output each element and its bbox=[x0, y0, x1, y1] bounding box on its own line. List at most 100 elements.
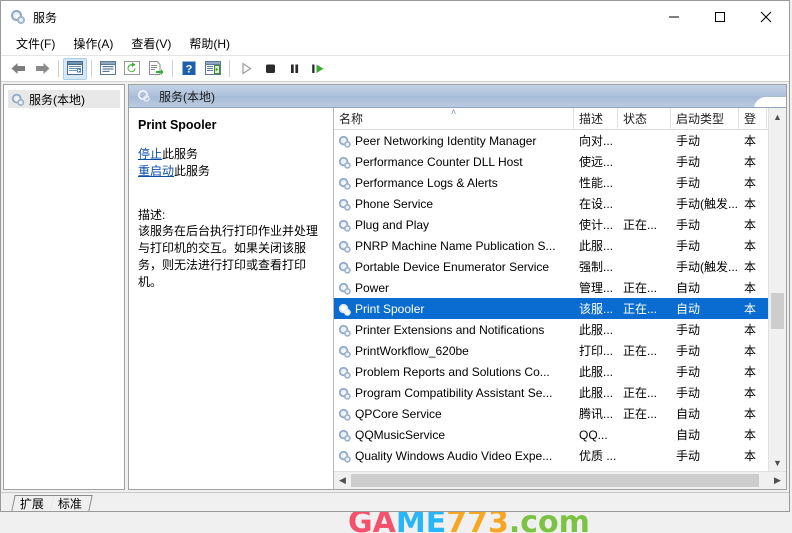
table-row[interactable]: Phone Service 在设... 手动(触发... 本 bbox=[334, 193, 768, 214]
cell-text: 优质 ... bbox=[579, 449, 617, 463]
export-list-icon[interactable] bbox=[144, 58, 168, 80]
tab-standard[interactable]: 标准 bbox=[50, 495, 93, 511]
horizontal-scrollbar[interactable]: ◀ ▶ bbox=[334, 471, 786, 489]
table-row[interactable]: Program Compatibility Assistant Se... 此服.… bbox=[334, 382, 768, 403]
cell-name: Performance Counter DLL Host bbox=[334, 155, 574, 169]
cell-text: 打印... bbox=[579, 344, 614, 358]
horizontal-scroll-track[interactable] bbox=[351, 474, 769, 487]
column-logon-as[interactable]: 登 bbox=[739, 108, 767, 129]
cell-text: 手动(触发... bbox=[676, 260, 738, 274]
cell-startup-type: 手动 bbox=[671, 321, 739, 338]
selected-service-name: Print Spooler bbox=[138, 118, 217, 132]
table-row[interactable]: Problem Reports and Solutions Co... 此服...… bbox=[334, 361, 768, 382]
cell-text: 手动 bbox=[676, 323, 701, 337]
cell-name: QQMusicService bbox=[334, 428, 574, 442]
table-row[interactable]: Peer Networking Identity Manager 向对... 手动 本 bbox=[334, 130, 768, 151]
menu-action[interactable]: 操作(A) bbox=[64, 34, 122, 54]
column-startup-type[interactable]: 启动类型 bbox=[671, 108, 739, 129]
toolbar-separator-1 bbox=[58, 60, 59, 77]
cell-text: Quality Windows Audio Video Expe... bbox=[355, 448, 553, 463]
vertical-scrollbar[interactable]: ▲ ▼ bbox=[768, 108, 786, 471]
start-service-icon[interactable] bbox=[234, 58, 258, 80]
cell-startup-type: 手动 bbox=[671, 384, 739, 401]
vertical-scroll-thumb[interactable] bbox=[771, 293, 784, 329]
table-row[interactable]: Quality Windows Audio Video Expe... 优质 ..… bbox=[334, 445, 768, 466]
column-startup-type-label: 启动类型 bbox=[676, 112, 725, 126]
properties-icon[interactable] bbox=[96, 58, 120, 80]
cell-text: 正在... bbox=[623, 281, 658, 295]
menu-file[interactable]: 文件(F) bbox=[7, 34, 64, 54]
cell-description: 强制... bbox=[574, 258, 618, 275]
scroll-left-arrow-icon[interactable]: ◀ bbox=[334, 475, 351, 486]
menu-help[interactable]: 帮助(H) bbox=[180, 34, 239, 54]
service-gear-icon bbox=[338, 303, 351, 316]
cell-name: Performance Logs & Alerts bbox=[334, 176, 574, 190]
cell-logon-as: 本 bbox=[739, 258, 767, 275]
cell-text: 本 bbox=[744, 323, 757, 337]
cell-text: 性能... bbox=[579, 176, 614, 190]
services-gear-icon bbox=[11, 93, 25, 107]
cell-name: Problem Reports and Solutions Co... bbox=[334, 365, 574, 379]
cell-text: Performance Logs & Alerts bbox=[355, 175, 498, 190]
table-row[interactable]: QQMusicService QQ... 自动 本 bbox=[334, 424, 768, 445]
help-icon[interactable]: ? bbox=[177, 58, 201, 80]
table-row[interactable]: QPCore Service 腾讯... 正在... 自动 本 bbox=[334, 403, 768, 424]
table-row[interactable]: PrintWorkflow_620be 打印... 正在... 手动 本 bbox=[334, 340, 768, 361]
table-row[interactable]: PNRP Machine Name Publication S... 此服... 手… bbox=[334, 235, 768, 256]
cell-text: Phone Service bbox=[355, 196, 434, 211]
pane-header: 服务(本地) bbox=[129, 85, 786, 108]
stop-service-link[interactable]: 停止 bbox=[138, 147, 162, 161]
service-gear-icon bbox=[338, 387, 351, 400]
table-row[interactable]: Print Spooler 该服... 正在... 自动 本 bbox=[334, 298, 768, 319]
tab-extended[interactable]: 扩展 bbox=[11, 495, 55, 511]
horizontal-scroll-thumb[interactable] bbox=[351, 474, 759, 487]
menu-view[interactable]: 查看(V) bbox=[122, 34, 180, 54]
table-row[interactable]: Plug and Play 使计... 正在... 手动 本 bbox=[334, 214, 768, 235]
cell-text: 本 bbox=[744, 365, 757, 379]
cell-logon-as: 本 bbox=[739, 447, 767, 464]
scroll-right-arrow-icon[interactable]: ▶ bbox=[769, 475, 786, 486]
show-hide-tree-icon[interactable] bbox=[63, 57, 87, 80]
show-action-pane-icon[interactable] bbox=[201, 58, 225, 80]
cell-description: QQ... bbox=[574, 428, 618, 442]
table-row[interactable]: Portable Device Enumerator Service 强制... 手… bbox=[334, 256, 768, 277]
cell-name: QPCore Service bbox=[334, 407, 574, 421]
watermark-char: E bbox=[425, 512, 447, 533]
tree-item-services-local[interactable]: 服务(本地) bbox=[8, 90, 120, 108]
cell-text: QPCore Service bbox=[355, 406, 442, 421]
scroll-up-arrow-icon[interactable]: ▲ bbox=[769, 108, 786, 125]
window-title: 服务 bbox=[33, 10, 58, 25]
table-row[interactable]: Printer Extensions and Notifications 此服..… bbox=[334, 319, 768, 340]
column-description[interactable]: 描述 bbox=[574, 108, 618, 129]
column-name[interactable]: 名称 ˄ bbox=[334, 108, 574, 129]
pause-service-icon[interactable] bbox=[282, 58, 306, 80]
watermark-char: m bbox=[558, 512, 590, 533]
table-row[interactable]: Power 管理... 正在... 自动 本 bbox=[334, 277, 768, 298]
forward-arrow-icon[interactable] bbox=[30, 58, 54, 80]
column-status[interactable]: 状态 bbox=[618, 108, 671, 129]
service-gear-icon bbox=[338, 366, 351, 379]
cell-text: Performance Counter DLL Host bbox=[355, 154, 523, 169]
list-rows: Peer Networking Identity Manager 向对... 手动本… bbox=[334, 130, 768, 471]
back-arrow-icon[interactable] bbox=[6, 58, 30, 80]
restart-service-link[interactable]: 重启动 bbox=[138, 164, 174, 178]
stop-service-icon[interactable] bbox=[258, 58, 282, 80]
restart-service-icon[interactable] bbox=[306, 58, 330, 80]
table-row[interactable]: Performance Counter DLL Host 使远... 手动 本 bbox=[334, 151, 768, 172]
cell-logon-as: 本 bbox=[739, 132, 767, 149]
minimize-button[interactable] bbox=[651, 2, 697, 33]
service-gear-icon bbox=[338, 198, 351, 211]
cell-text: 本 bbox=[744, 281, 757, 295]
services-gear-icon bbox=[137, 89, 151, 103]
scroll-down-arrow-icon[interactable]: ▼ bbox=[769, 454, 786, 471]
table-row[interactable]: Performance Logs & Alerts 性能... 手动 本 bbox=[334, 172, 768, 193]
cell-startup-type: 手动 bbox=[671, 153, 739, 170]
vertical-scroll-track[interactable] bbox=[769, 125, 786, 454]
cell-text: 此服... bbox=[579, 239, 614, 253]
refresh-icon[interactable] bbox=[120, 58, 144, 80]
cell-description: 在设... bbox=[574, 195, 618, 212]
cell-startup-type: 手动(触发... bbox=[671, 258, 739, 275]
menu-bar: 文件(F) 操作(A) 查看(V) 帮助(H) bbox=[1, 33, 789, 55]
maximize-button[interactable] bbox=[697, 2, 743, 33]
close-button[interactable] bbox=[743, 2, 789, 33]
